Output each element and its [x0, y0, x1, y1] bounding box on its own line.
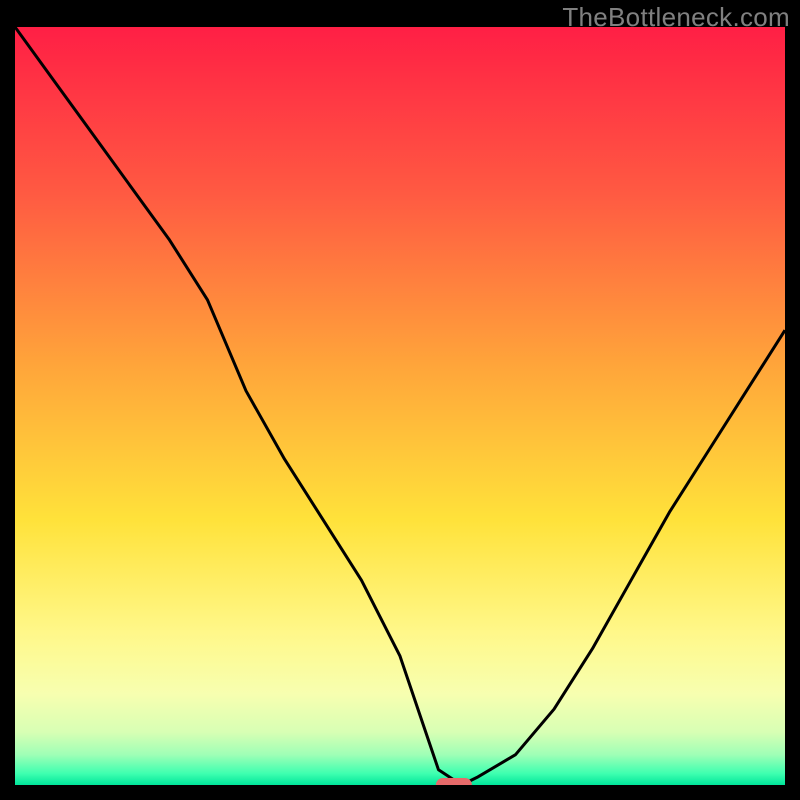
optimal-marker	[436, 778, 472, 785]
bottleneck-chart	[15, 27, 785, 785]
chart-frame: TheBottleneck.com	[0, 0, 800, 800]
gradient-background	[15, 27, 785, 785]
